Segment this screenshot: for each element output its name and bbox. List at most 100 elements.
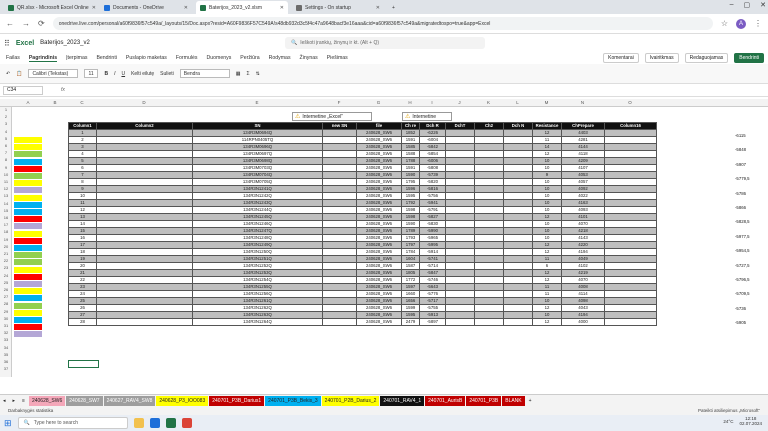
table-cell[interactable] bbox=[503, 318, 533, 326]
table-cell[interactable]: 17 bbox=[68, 241, 97, 249]
table-cell[interactable]: 134R3N1252Q bbox=[192, 262, 323, 270]
table-cell[interactable]: 4220 bbox=[561, 241, 605, 249]
table-cell[interactable]: 4118 bbox=[561, 150, 605, 158]
table-cell[interactable] bbox=[604, 297, 657, 305]
number-format-select[interactable]: Bendra bbox=[179, 69, 230, 78]
table-cell[interactable]: 240628_SW6 bbox=[356, 241, 402, 249]
close-icon[interactable]: ✕ bbox=[376, 5, 380, 11]
menu-item[interactable]: Puslapio maketas bbox=[126, 55, 167, 61]
table-cell[interactable]: 1784 bbox=[401, 248, 420, 256]
table-cell[interactable]: 14 bbox=[68, 220, 97, 228]
table-cell[interactable]: 1852 bbox=[401, 129, 420, 137]
table-header-cell[interactable]: ChPrepare bbox=[561, 122, 605, 130]
table-header-cell[interactable]: file bbox=[356, 122, 402, 130]
column-header[interactable]: F bbox=[322, 100, 356, 105]
table-cell[interactable]: 240628_SW6 bbox=[356, 143, 402, 151]
table-cell[interactable] bbox=[96, 220, 193, 228]
table-cell[interactable] bbox=[503, 297, 533, 305]
table-cell[interactable] bbox=[474, 171, 504, 179]
chrome-icon[interactable] bbox=[181, 418, 192, 428]
table-cell[interactable]: 2479 bbox=[401, 318, 420, 326]
windows-start-icon[interactable]: ⊞ bbox=[4, 418, 12, 429]
table-cell[interactable] bbox=[96, 157, 193, 165]
table-cell[interactable]: 134R3N1249Q bbox=[192, 241, 323, 249]
row-header[interactable]: 35 bbox=[0, 352, 12, 357]
table-cell[interactable] bbox=[96, 129, 193, 137]
table-cell[interactable] bbox=[604, 171, 657, 179]
table-cell[interactable] bbox=[96, 192, 193, 200]
table-cell[interactable]: 4403 bbox=[561, 129, 605, 137]
table-cell[interactable] bbox=[96, 283, 193, 291]
table-cell[interactable]: 10 bbox=[532, 164, 562, 172]
prev-sheet-icon[interactable]: ◂ bbox=[0, 396, 9, 406]
table-cell[interactable] bbox=[604, 136, 657, 144]
table-cell[interactable] bbox=[503, 129, 533, 137]
table-cell[interactable] bbox=[474, 220, 504, 228]
table-cell[interactable]: 11 bbox=[532, 290, 562, 298]
table-cell[interactable]: 12 bbox=[532, 129, 562, 137]
sheet-tab[interactable]: 240701_P3B_Bekis_3 bbox=[265, 395, 321, 406]
column-header[interactable]: D bbox=[96, 100, 192, 105]
warning-badge[interactable]: ⚠ Internetine „Excel“ bbox=[292, 112, 372, 121]
table-cell[interactable]: -5755 bbox=[419, 304, 446, 312]
table-cell[interactable]: 19 bbox=[68, 255, 97, 263]
close-icon[interactable]: ✕ bbox=[760, 1, 766, 9]
table-cell[interactable] bbox=[322, 171, 357, 179]
row-header[interactable]: 32 bbox=[0, 330, 12, 335]
table-cell[interactable] bbox=[445, 241, 475, 249]
row-header[interactable]: 33 bbox=[0, 337, 12, 342]
table-cell[interactable]: 1598 bbox=[401, 206, 420, 214]
table-cell[interactable]: 1591 bbox=[401, 164, 420, 172]
url-field[interactable]: onedrive.live.com/personal/a60f9836f57c5… bbox=[52, 17, 713, 30]
table-cell[interactable] bbox=[445, 248, 475, 256]
table-cell[interactable] bbox=[96, 164, 193, 172]
column-header[interactable]: E bbox=[192, 100, 322, 105]
table-cell[interactable]: 4000 bbox=[561, 318, 605, 326]
table-cell[interactable] bbox=[503, 178, 533, 186]
sheet-tab[interactable]: 240701_RAV4_1 bbox=[380, 395, 425, 406]
table-cell[interactable] bbox=[96, 248, 193, 256]
table-cell[interactable]: 134R3N1262Q bbox=[192, 304, 323, 312]
table-cell[interactable] bbox=[604, 234, 657, 242]
table-cell[interactable]: 134R3N1243Q bbox=[192, 199, 323, 207]
table-cell[interactable]: 4053 bbox=[561, 171, 605, 179]
table-cell[interactable]: -5820 bbox=[419, 178, 446, 186]
table-cell[interactable]: -5941 bbox=[419, 199, 446, 207]
table-cell[interactable]: 240628_SW6 bbox=[356, 255, 402, 263]
table-cell[interactable]: 10 bbox=[532, 297, 562, 305]
table-header-cell[interactable]: Ch2 bbox=[474, 122, 504, 130]
table-cell[interactable]: 12 bbox=[532, 304, 562, 312]
table-header-cell[interactable]: SN bbox=[192, 122, 323, 130]
table-cell[interactable] bbox=[503, 206, 533, 214]
table-cell[interactable]: 134R3M0704Q bbox=[192, 171, 323, 179]
table-cell[interactable] bbox=[445, 297, 475, 305]
column-header[interactable]: G bbox=[356, 100, 401, 105]
conditional-format-icon[interactable]: ▦ bbox=[236, 71, 241, 77]
table-cell[interactable]: 240628_SW6 bbox=[356, 178, 402, 186]
row-header[interactable]: 10 bbox=[0, 172, 12, 177]
table-cell[interactable] bbox=[474, 129, 504, 137]
table-cell[interactable]: 12 bbox=[532, 276, 562, 284]
table-cell[interactable]: 10 bbox=[532, 227, 562, 235]
table-cell[interactable] bbox=[96, 227, 193, 235]
table-cell[interactable] bbox=[604, 220, 657, 228]
table-cell[interactable] bbox=[474, 304, 504, 312]
table-cell[interactable] bbox=[474, 164, 504, 172]
table-cell[interactable]: -6226 bbox=[419, 129, 446, 137]
table-cell[interactable] bbox=[474, 143, 504, 151]
row-header[interactable]: 36 bbox=[0, 359, 12, 364]
table-cell[interactable] bbox=[96, 276, 193, 284]
table-cell[interactable]: 4070 bbox=[561, 220, 605, 228]
menu-item[interactable]: Piešimas bbox=[327, 55, 348, 61]
table-cell[interactable]: -5995 bbox=[419, 241, 446, 249]
table-cell[interactable] bbox=[474, 185, 504, 193]
table-cell[interactable] bbox=[503, 213, 533, 221]
table-cell[interactable]: 5 bbox=[68, 157, 97, 165]
table-cell[interactable]: 4281 bbox=[561, 136, 605, 144]
row-header[interactable]: 11 bbox=[0, 179, 12, 184]
search-input[interactable]: 🔍 Ieškoti įrankių, žinynų ir kt. (Alt + … bbox=[285, 37, 485, 49]
table-cell[interactable]: 240628_SW6 bbox=[356, 136, 402, 144]
merge-button[interactable]: Sulieti bbox=[160, 71, 174, 77]
table-cell[interactable]: 4194 bbox=[561, 248, 605, 256]
table-cell[interactable] bbox=[604, 185, 657, 193]
